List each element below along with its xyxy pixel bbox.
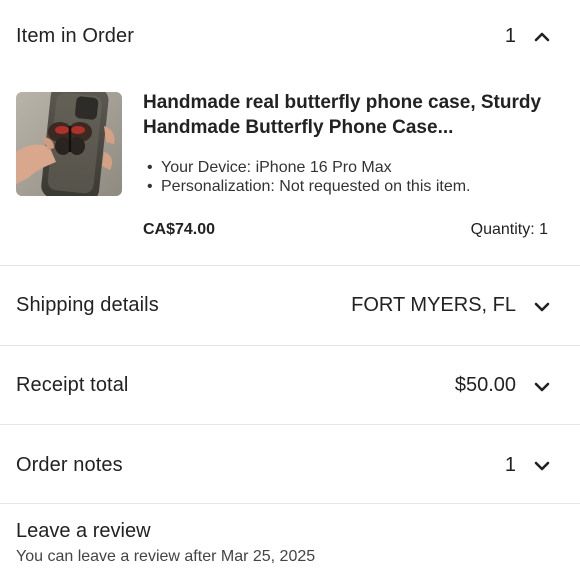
divider [0,503,580,504]
product-options: Your Device: iPhone 16 Pro Max Personali… [147,158,567,196]
product-image[interactable] [16,92,122,196]
order-notes-count: 1 [504,454,516,476]
order-notes-label: Order notes [16,454,123,476]
divider [0,424,580,425]
leave-review-title[interactable]: Leave a review [16,520,151,543]
product-price: CA$74.00 [143,221,216,238]
chevron-down-icon[interactable] [532,297,552,317]
shipping-details-label: Shipping details [16,294,159,316]
product-title[interactable]: Handmade real butterfly phone case, Stur… [143,90,563,140]
product-quantity: Quantity: 1 [470,221,548,238]
leave-review-availability: You can leave a review after Mar 25, 202… [16,548,316,565]
item-count: 1 [504,25,516,47]
receipt-total-value: $50.00 [454,374,516,396]
item-in-order-title: Item in Order [16,25,134,47]
option-device: Your Device: iPhone 16 Pro Max [147,158,567,177]
butterfly-phone-case-photo-icon [16,92,122,196]
option-personalization: Personalization: Not requested on this i… [147,177,567,196]
divider [0,265,580,266]
divider [0,345,580,346]
chevron-up-icon[interactable] [532,27,552,47]
shipping-location: FORT MYERS, FL [351,294,516,316]
chevron-down-icon[interactable] [532,377,552,397]
chevron-down-icon[interactable] [532,456,552,476]
receipt-total-label: Receipt total [16,374,129,396]
